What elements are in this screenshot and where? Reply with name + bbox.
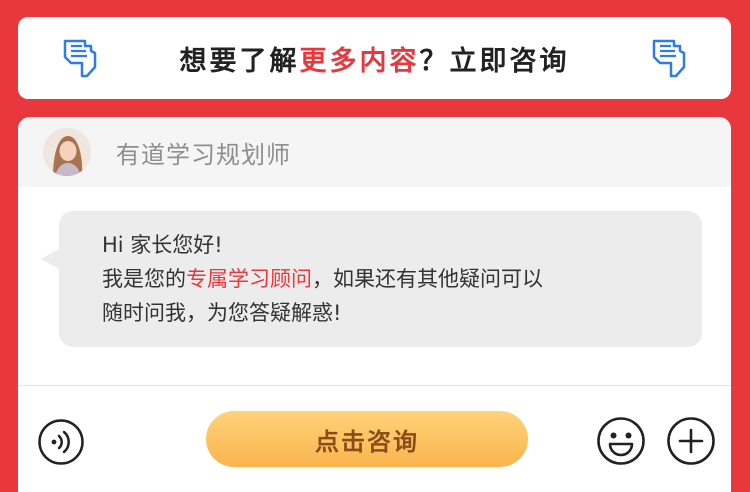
consult-button[interactable]: 点击咨询: [206, 411, 528, 467]
pointing-hand-icon: [63, 39, 97, 78]
banner-text-highlight: 更多内容: [299, 45, 420, 77]
message-bubble: Hi 家长您好! 我是您的专属学习顾问，如果还有其他疑问可以 随时问我，为您答疑…: [41, 211, 702, 347]
message-line: 随时问我，为您答疑解惑!: [102, 301, 342, 325]
message-list: Hi 家长您好! 我是您的专属学习顾问，如果还有其他疑问可以 随时问我，为您答疑…: [18, 187, 731, 385]
emoji-icon[interactable]: [596, 416, 646, 466]
message-text: ，如果还有其他疑问可以: [312, 267, 543, 291]
banner-text-before: 想要了解: [179, 45, 300, 77]
plus-icon[interactable]: [666, 416, 716, 466]
pointing-hand-icon: [652, 39, 686, 78]
banner-text-after: ？立即咨询: [419, 45, 570, 77]
message-highlight: 专属学习顾问: [186, 267, 312, 291]
message-line: 我是您的专属学习顾问，如果还有其他疑问可以: [102, 262, 702, 296]
consult-banner[interactable]: 想要了解更多内容？立即咨询: [18, 17, 731, 99]
chat-toolbar: 点击咨询: [18, 386, 731, 492]
avatar: [43, 128, 91, 176]
banner-title: 想要了解更多内容？立即咨询: [180, 39, 570, 78]
voice-icon[interactable]: [37, 418, 85, 466]
advisor-name: 有道学习规划师: [116, 140, 291, 169]
message-line: Hi 家长您好!: [102, 233, 223, 257]
message-text: 我是您的: [102, 267, 186, 291]
chat-window: 有道学习规划师 Hi 家长您好! 我是您的专属学习顾问，如果还有其他疑问可以 随…: [18, 117, 731, 492]
advisor-portrait-image: [43, 128, 91, 176]
chat-header: 有道学习规划师: [18, 117, 731, 187]
